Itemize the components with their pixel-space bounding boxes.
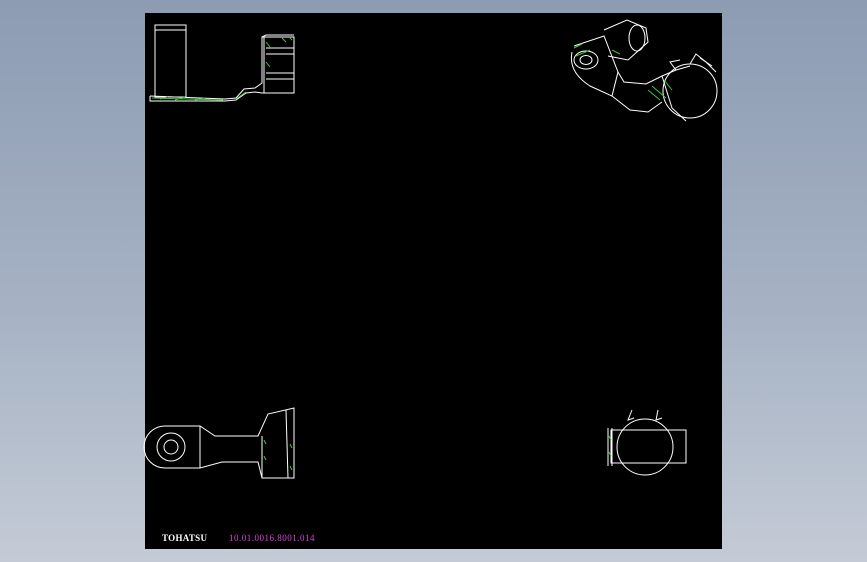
brand-label: TOHATSU xyxy=(162,533,208,543)
cad-drawing xyxy=(143,19,718,479)
end-view xyxy=(607,409,687,476)
isometric-view xyxy=(570,19,718,122)
side-view-hatch xyxy=(151,37,293,101)
side-view xyxy=(149,24,295,102)
drawing-number: 10.01.0016.8001.014 xyxy=(229,533,315,543)
top-view xyxy=(143,407,295,479)
isometric-view-hatch xyxy=(573,43,673,101)
